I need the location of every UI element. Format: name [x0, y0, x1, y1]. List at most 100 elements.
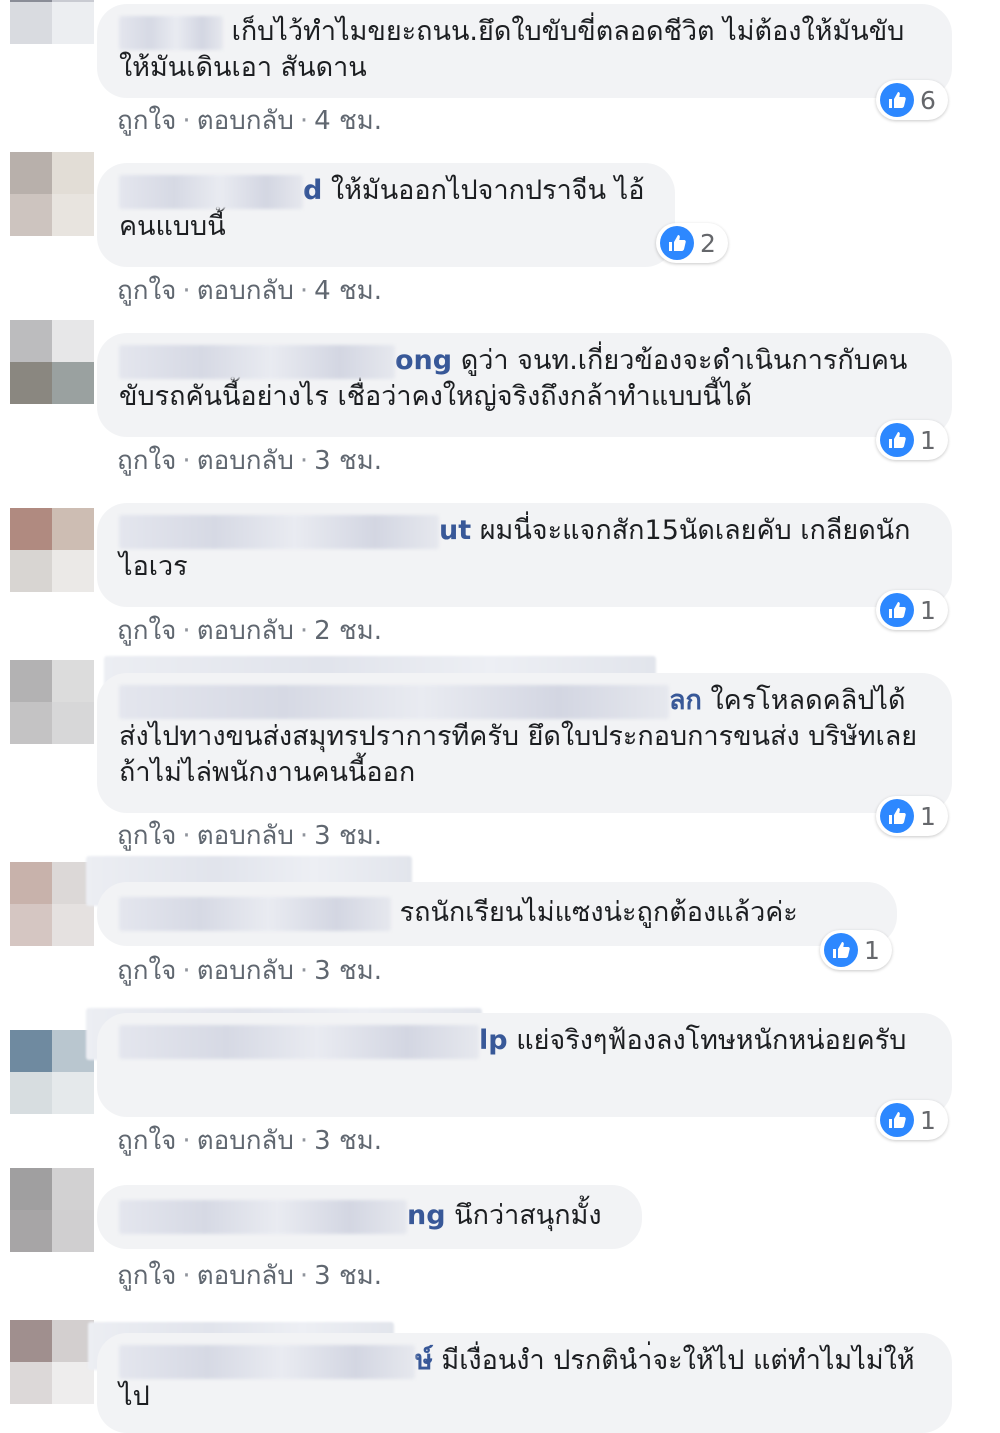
separator: ·: [182, 106, 191, 136]
blurred-commenter-name[interactable]: [119, 1344, 415, 1379]
commenter-name[interactable]: ut: [439, 515, 471, 546]
separator: ·: [182, 821, 191, 851]
like-icon: [880, 423, 914, 457]
comment-actions: ถูกใจ · ตอบกลับ · 4 ชม.: [117, 270, 382, 311]
reply-link[interactable]: ตอบกลับ: [197, 1126, 294, 1156]
separator: ·: [182, 1126, 191, 1156]
commenter-name[interactable]: ษ์: [415, 1345, 433, 1376]
comment-actions: ถูกใจ · ตอบกลับ · 3 ชม.: [117, 1255, 382, 1296]
commenter-name[interactable]: d: [303, 175, 322, 206]
timestamp[interactable]: 3 ชม.: [314, 1261, 382, 1291]
like-reaction-count[interactable]: 1: [876, 1100, 948, 1140]
like-icon: [880, 1103, 914, 1137]
like-reaction-count[interactable]: 1: [876, 420, 948, 460]
comment-bubble: ลก ใครโหลดคลิปได้ ส่งไปทางขนส่งสมุทรปราก…: [97, 673, 952, 813]
like-link[interactable]: ถูกใจ: [117, 616, 176, 646]
comment-text: เก็บไว้ทำไมขยะถนน.ยึดใบขับขี่ตลอดชีวิต ไ…: [119, 16, 905, 83]
commenter-name[interactable]: ลก: [669, 685, 702, 716]
separator: ·: [299, 1126, 309, 1156]
reply-link[interactable]: ตอบกลับ: [197, 276, 294, 306]
like-reaction-count[interactable]: 1: [820, 930, 892, 970]
timestamp[interactable]: 3 ชม.: [314, 446, 382, 476]
like-icon: [824, 933, 858, 967]
avatar[interactable]: [10, 1168, 94, 1252]
comment-actions: ถูกใจ · ตอบกลับ · 3 ชม.: [117, 950, 382, 991]
like-link[interactable]: ถูกใจ: [117, 1261, 176, 1291]
blurred-commenter-name[interactable]: [119, 1199, 407, 1234]
like-icon: [660, 226, 694, 260]
comment-bubble: รถนักเรียนไม่แซงน่ะถูกต้องแล้วค่ะ: [97, 882, 897, 946]
comment-bubble: lp แย่จริงๆฟ้องลงโทษหนักหน่อยครับ: [97, 1013, 952, 1117]
reply-link[interactable]: ตอบกลับ: [197, 821, 294, 851]
timestamp[interactable]: 3 ชม.: [314, 821, 382, 851]
like-icon: [880, 83, 914, 117]
avatar[interactable]: [10, 320, 94, 404]
comment-actions: ถูกใจ · ตอบกลับ · 3 ชม.: [117, 1120, 382, 1161]
blurred-commenter-name[interactable]: [119, 896, 391, 931]
blurred-commenter-name[interactable]: [119, 514, 439, 549]
avatar[interactable]: [10, 508, 94, 592]
commenter-name[interactable]: ong: [395, 345, 452, 376]
separator: ·: [182, 446, 191, 476]
reply-link[interactable]: ตอบกลับ: [197, 1261, 294, 1291]
commenter-name[interactable]: lp: [479, 1025, 508, 1056]
blurred-commenter-name[interactable]: [119, 1024, 479, 1059]
separator: ·: [182, 616, 191, 646]
comment-bubble: เก็บไว้ทำไมขยะถนน.ยึดใบขับขี่ตลอดชีวิต ไ…: [97, 4, 952, 98]
comment-actions: ถูกใจ · ตอบกลับ · 3 ชม.: [117, 815, 382, 856]
reply-link[interactable]: ตอบกลับ: [197, 106, 294, 136]
separator: ·: [182, 956, 191, 986]
separator: ·: [299, 956, 309, 986]
like-reaction-count[interactable]: 1: [876, 590, 948, 630]
reply-link[interactable]: ตอบกลับ: [197, 446, 294, 476]
blurred-commenter-name[interactable]: [119, 15, 223, 50]
like-count: 1: [920, 1105, 936, 1135]
like-reaction-count[interactable]: 2: [656, 223, 728, 263]
like-icon: [880, 799, 914, 833]
timestamp[interactable]: 4 ชม.: [314, 276, 382, 306]
separator: ·: [299, 1261, 309, 1291]
comment-text: แย่จริงๆฟ้องลงโทษหนักหน่อยครับ: [516, 1025, 907, 1056]
reply-link[interactable]: ตอบกลับ: [197, 616, 294, 646]
blurred-commenter-name[interactable]: [119, 684, 669, 719]
timestamp[interactable]: 4 ชม.: [314, 106, 382, 136]
avatar[interactable]: [10, 0, 94, 44]
commenter-name[interactable]: ng: [407, 1200, 446, 1231]
like-link[interactable]: ถูกใจ: [117, 276, 176, 306]
like-link[interactable]: ถูกใจ: [117, 106, 176, 136]
like-reaction-count[interactable]: 1: [876, 796, 948, 836]
blurred-commenter-name[interactable]: [119, 174, 303, 209]
like-count: 1: [920, 425, 936, 455]
comment-bubble: d ให้มันออกไปจากปราจีน ไอ้คนแบบนี้: [97, 163, 675, 267]
like-icon: [880, 593, 914, 627]
avatar[interactable]: [10, 1030, 94, 1114]
like-link[interactable]: ถูกใจ: [117, 956, 176, 986]
like-count: 1: [920, 801, 936, 831]
like-count: 6: [920, 85, 936, 115]
separator: ·: [182, 276, 191, 306]
comment-bubble: ng นึกว่าสนุกมั้ง: [97, 1185, 642, 1249]
timestamp[interactable]: 2 ชม.: [314, 616, 382, 646]
like-link[interactable]: ถูกใจ: [117, 821, 176, 851]
avatar[interactable]: [10, 1320, 94, 1404]
like-count: 1: [864, 935, 880, 965]
avatar[interactable]: [10, 660, 94, 744]
separator: ·: [299, 821, 309, 851]
like-reaction-count[interactable]: 6: [876, 80, 948, 120]
separator: ·: [299, 616, 309, 646]
comment-actions: ถูกใจ · ตอบกลับ · 4 ชม.: [117, 100, 382, 141]
comment-actions: ถูกใจ · ตอบกลับ · 2 ชม.: [117, 610, 382, 651]
separator: ·: [299, 446, 309, 476]
like-link[interactable]: ถูกใจ: [117, 446, 176, 476]
avatar[interactable]: [10, 862, 94, 946]
avatar[interactable]: [10, 152, 94, 236]
like-count: 1: [920, 595, 936, 625]
like-link[interactable]: ถูกใจ: [117, 1126, 176, 1156]
blurred-commenter-name[interactable]: [119, 344, 395, 379]
like-count: 2: [700, 228, 716, 258]
comment-text: นึกว่าสนุกมั้ง: [454, 1200, 602, 1231]
timestamp[interactable]: 3 ชม.: [314, 956, 382, 986]
comment-text: รถนักเรียนไม่แซงน่ะถูกต้องแล้วค่ะ: [399, 897, 798, 928]
timestamp[interactable]: 3 ชม.: [314, 1126, 382, 1156]
reply-link[interactable]: ตอบกลับ: [197, 956, 294, 986]
